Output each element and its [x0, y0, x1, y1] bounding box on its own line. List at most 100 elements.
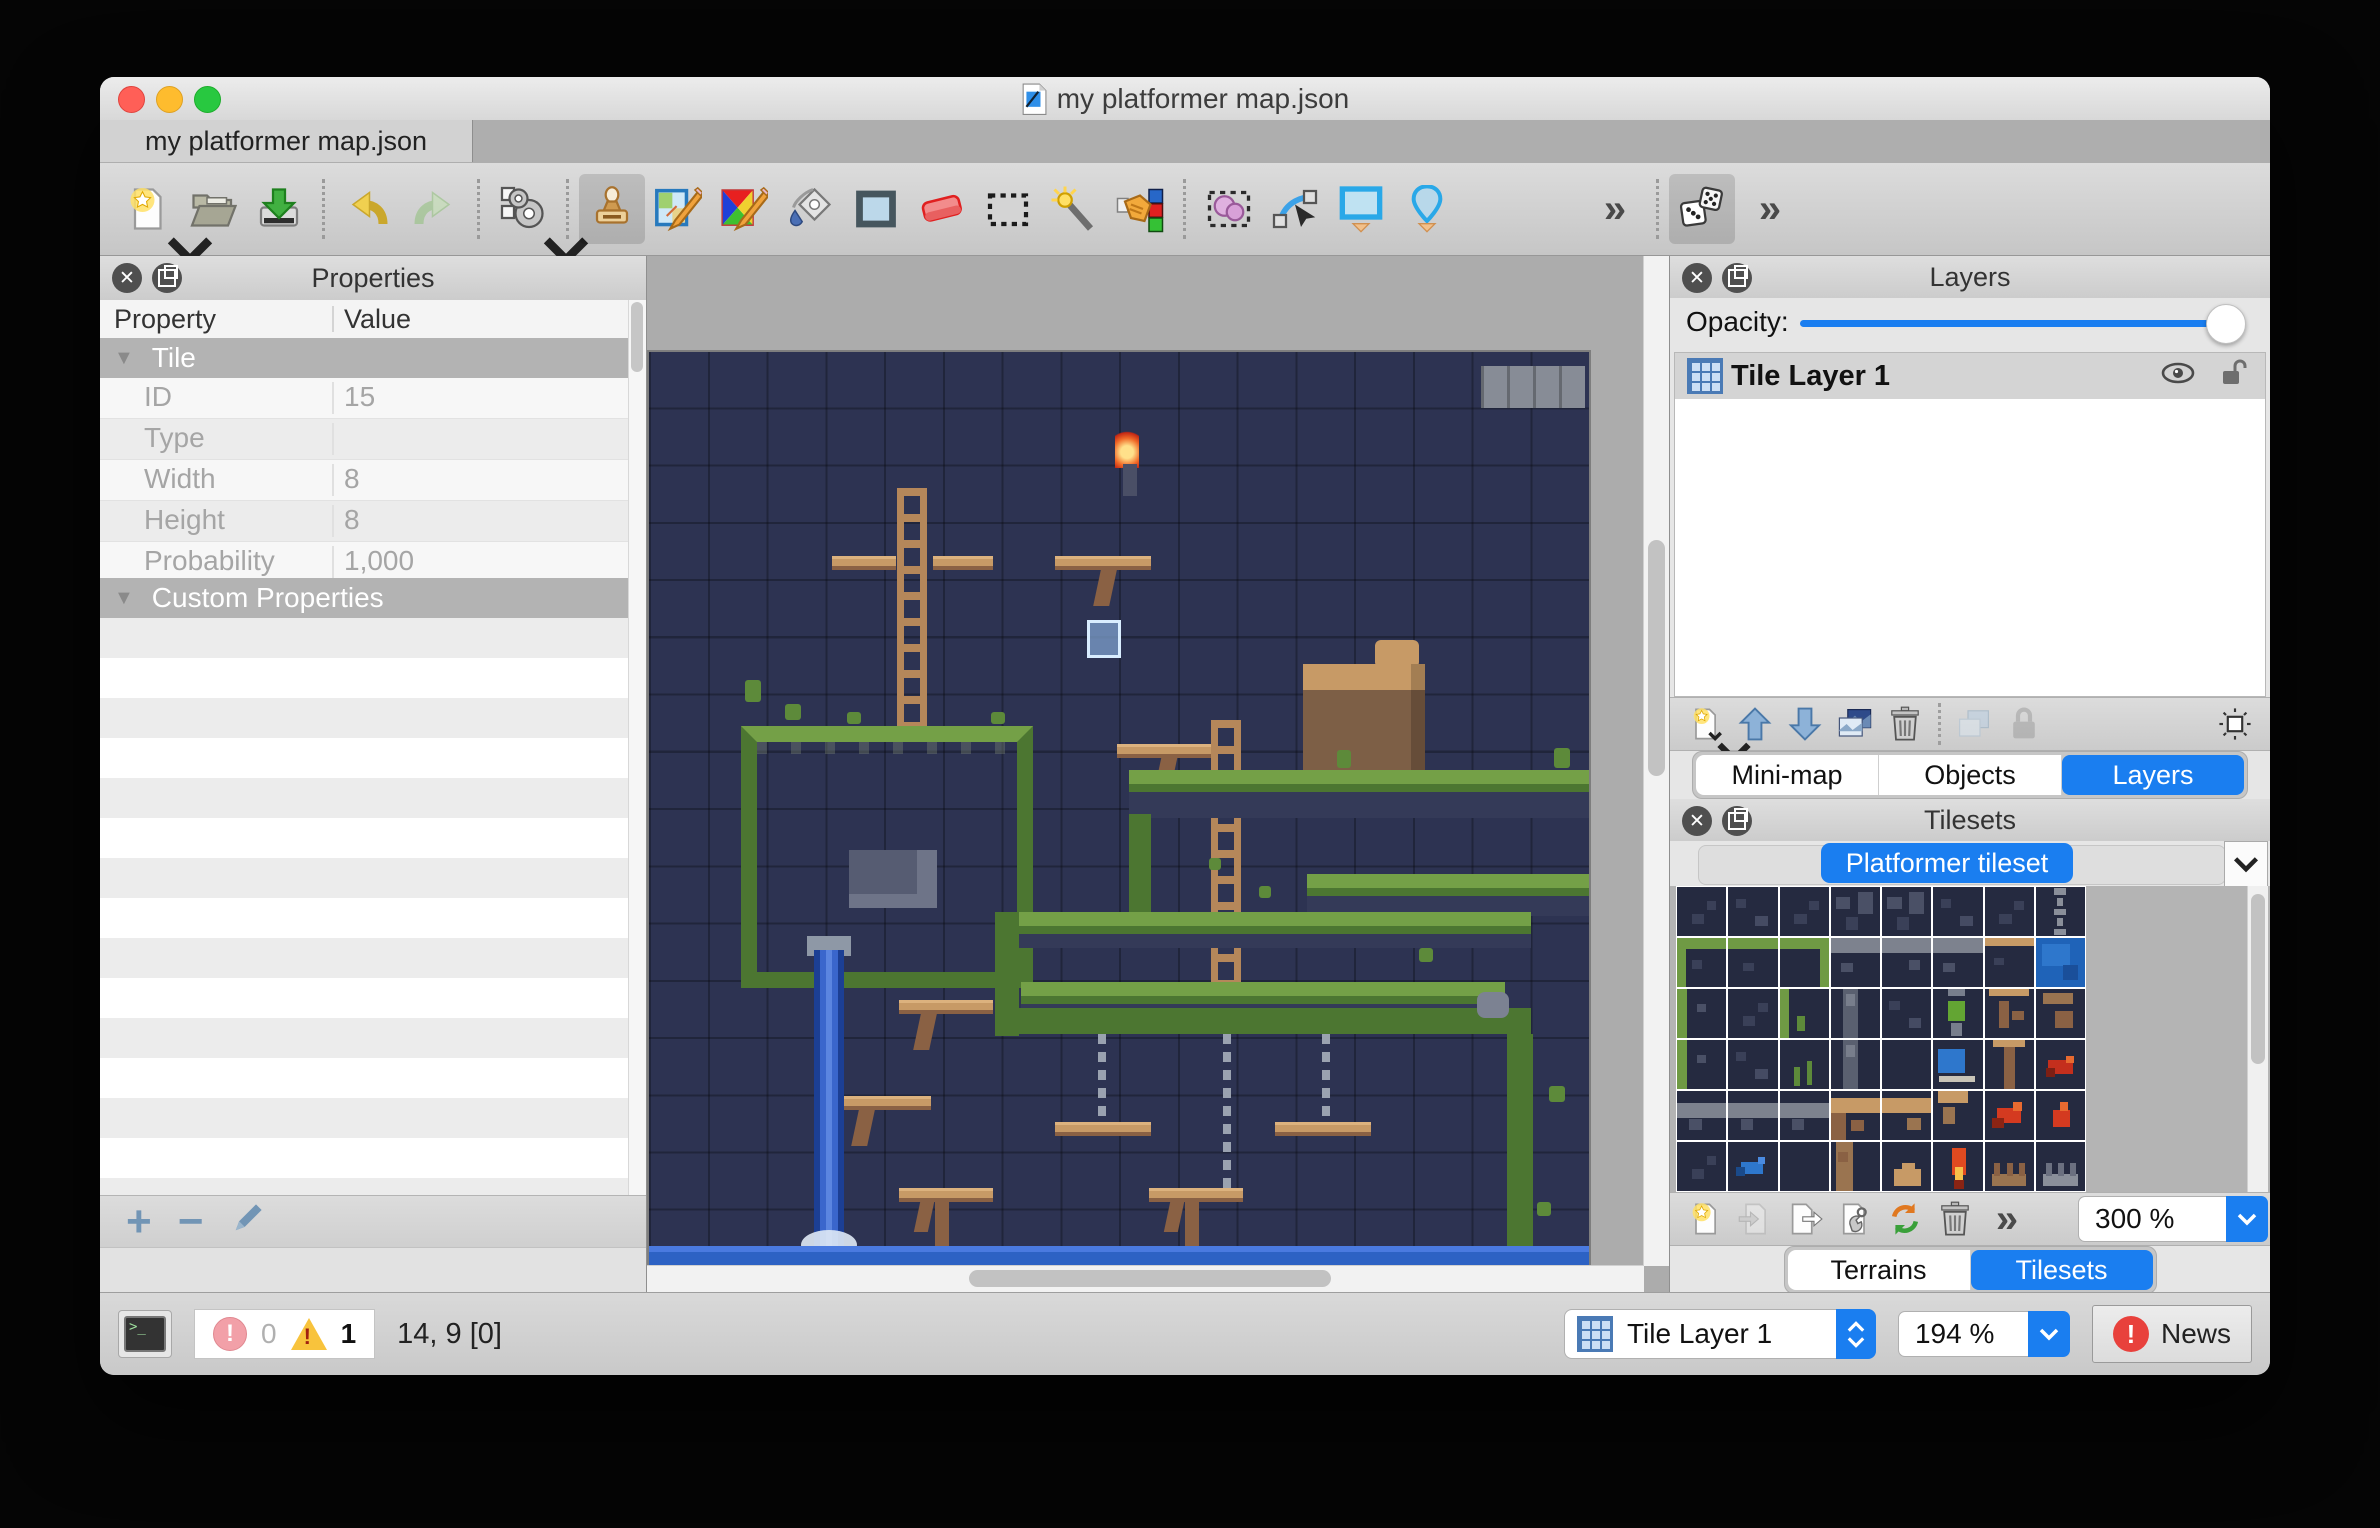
- tileset-tile[interactable]: [1677, 1091, 1726, 1140]
- tileset-tile[interactable]: [2036, 1040, 2085, 1089]
- same-tile-select-tool[interactable]: [1107, 174, 1173, 244]
- tileset-tile[interactable]: [1882, 938, 1931, 987]
- tileset-tile[interactable]: [1985, 1091, 2034, 1140]
- insert-point-tool[interactable]: [1394, 174, 1460, 244]
- map-view[interactable]: [649, 352, 1589, 1268]
- tileset-tile[interactable]: [1728, 1091, 1777, 1140]
- tileset-tile[interactable]: [1728, 1142, 1777, 1191]
- tileset-tile[interactable]: [1933, 1142, 1982, 1191]
- tileset-tile[interactable]: [1831, 938, 1880, 987]
- tileset-tile[interactable]: [1985, 887, 2034, 936]
- tileset-tile[interactable]: [2036, 989, 2085, 1038]
- undo-button[interactable]: [335, 174, 401, 244]
- tileset-tile[interactable]: [1882, 1040, 1931, 1089]
- tileset-tile[interactable]: [1677, 989, 1726, 1038]
- shape-fill-tool[interactable]: [843, 174, 909, 244]
- tileset-tile[interactable]: [1728, 1040, 1777, 1089]
- stamp-brush-tool[interactable]: [579, 174, 645, 244]
- reload-tileset-button[interactable]: [1880, 1195, 1930, 1243]
- new-map-button[interactable]: [114, 174, 180, 244]
- map-zoom-combo[interactable]: 194 %: [1898, 1310, 2070, 1358]
- lock-open-icon[interactable]: [2217, 358, 2251, 395]
- magic-wand-tool[interactable]: [1041, 174, 1107, 244]
- toolbar-overflow-button[interactable]: »: [1580, 174, 1646, 244]
- redo-button[interactable]: [401, 174, 467, 244]
- remove-layer-button[interactable]: [1880, 700, 1930, 748]
- tileset-tile[interactable]: [1677, 887, 1726, 936]
- tileset-tile[interactable]: [1780, 989, 1829, 1038]
- property-row[interactable]: ID15: [100, 378, 629, 419]
- lock-layer-button[interactable]: [1999, 700, 2049, 748]
- select-objects-tool[interactable]: [1196, 174, 1262, 244]
- tab-layers[interactable]: Layers: [2062, 755, 2244, 795]
- remove-tileset-button[interactable]: [1930, 1195, 1980, 1243]
- lower-layer-button[interactable]: [1780, 700, 1830, 748]
- tileset-tile[interactable]: [2036, 1091, 2085, 1140]
- opacity-slider-thumb[interactable]: [2206, 304, 2246, 344]
- canvas-vertical-scrollbar[interactable]: [1643, 256, 1670, 1266]
- highlight-current-layer-button[interactable]: [2210, 700, 2260, 748]
- tileset-scrollbar[interactable]: [2247, 886, 2268, 1192]
- tab-terrains[interactable]: Terrains: [1788, 1250, 1971, 1290]
- property-row[interactable]: Height8: [100, 501, 629, 542]
- tileset-tile[interactable]: [1677, 1142, 1726, 1191]
- tileset-tile[interactable]: [2036, 938, 2085, 987]
- tileset-tile[interactable]: [1780, 1142, 1829, 1191]
- tileset-zoom-combo[interactable]: 300 %: [2078, 1195, 2268, 1243]
- eraser-tool[interactable]: [909, 174, 975, 244]
- tileset-tile[interactable]: [1677, 938, 1726, 987]
- tileset-tile[interactable]: [2036, 1142, 2085, 1191]
- property-value[interactable]: 8: [344, 504, 360, 536]
- wang-brush-tool[interactable]: [711, 174, 777, 244]
- property-value[interactable]: 8: [344, 463, 360, 495]
- random-mode-toggle[interactable]: [1669, 174, 1735, 244]
- tab-mini-map[interactable]: Mini-map: [1696, 755, 1879, 795]
- console-button[interactable]: [118, 1310, 172, 1358]
- tileset-tile[interactable]: [2036, 887, 2085, 936]
- tab-tilesets[interactable]: Tilesets: [1971, 1250, 2153, 1290]
- add-layer-button[interactable]: [1680, 700, 1730, 748]
- remove-property-button[interactable]: −: [178, 1202, 204, 1242]
- document-tab[interactable]: my platformer map.json: [100, 120, 473, 162]
- news-button[interactable]: ! News: [2092, 1305, 2252, 1363]
- window-titlebar[interactable]: my platformer map.json: [100, 77, 2270, 121]
- map-zoom-dropdown-button[interactable]: [2028, 1311, 2070, 1357]
- toggle-other-layers-button[interactable]: [1949, 700, 1999, 748]
- tileset-tile[interactable]: [1933, 938, 1982, 987]
- canvas-horizontal-scrollbar[interactable]: [647, 1265, 1644, 1292]
- rect-select-tool[interactable]: [975, 174, 1041, 244]
- tools-overflow-button[interactable]: »: [1735, 174, 1801, 244]
- tileset-tile[interactable]: [1933, 1091, 1982, 1140]
- tileset-tile[interactable]: [1882, 1142, 1931, 1191]
- tileset-tile[interactable]: [1780, 1040, 1829, 1089]
- tileset-tile[interactable]: [1831, 887, 1880, 936]
- tileset-tile[interactable]: [1780, 1091, 1829, 1140]
- custom-properties-section-header[interactable]: ▼ Custom Properties: [100, 578, 629, 619]
- current-layer-select[interactable]: Tile Layer 1: [1564, 1309, 1876, 1359]
- tab-objects[interactable]: Objects: [1879, 755, 2062, 795]
- tileset-grid[interactable]: [1676, 886, 2086, 1192]
- terrain-brush-tool[interactable]: [645, 174, 711, 244]
- property-value[interactable]: 1,000: [344, 545, 414, 577]
- tileset-tile[interactable]: [1831, 1091, 1880, 1140]
- new-tileset-button[interactable]: [1680, 1195, 1730, 1243]
- save-button[interactable]: [246, 174, 312, 244]
- insert-rectangle-tool[interactable]: [1328, 174, 1394, 244]
- tileset-tile[interactable]: [1831, 1142, 1880, 1191]
- tileset-tile[interactable]: [1728, 989, 1777, 1038]
- tileset-tile[interactable]: [1882, 1091, 1931, 1140]
- tileset-tile[interactable]: [1780, 887, 1829, 936]
- visibility-eye-icon[interactable]: [2161, 358, 2195, 395]
- tileset-tile[interactable]: [1831, 1040, 1880, 1089]
- run-command-button[interactable]: [490, 174, 556, 244]
- tileset-tile[interactable]: [1728, 887, 1777, 936]
- opacity-slider[interactable]: [1800, 320, 2224, 327]
- tileset-tile[interactable]: [1985, 989, 2034, 1038]
- tileset-tile[interactable]: [1933, 989, 1982, 1038]
- tileset-tile[interactable]: [1985, 938, 2034, 987]
- tileset-zoom-dropdown-button[interactable]: [2226, 1196, 2268, 1242]
- tileset-tile[interactable]: [1933, 887, 1982, 936]
- tileset-tile[interactable]: [1933, 1040, 1982, 1089]
- tileset-tile[interactable]: [1882, 989, 1931, 1038]
- embed-tileset-button[interactable]: [1730, 1195, 1780, 1243]
